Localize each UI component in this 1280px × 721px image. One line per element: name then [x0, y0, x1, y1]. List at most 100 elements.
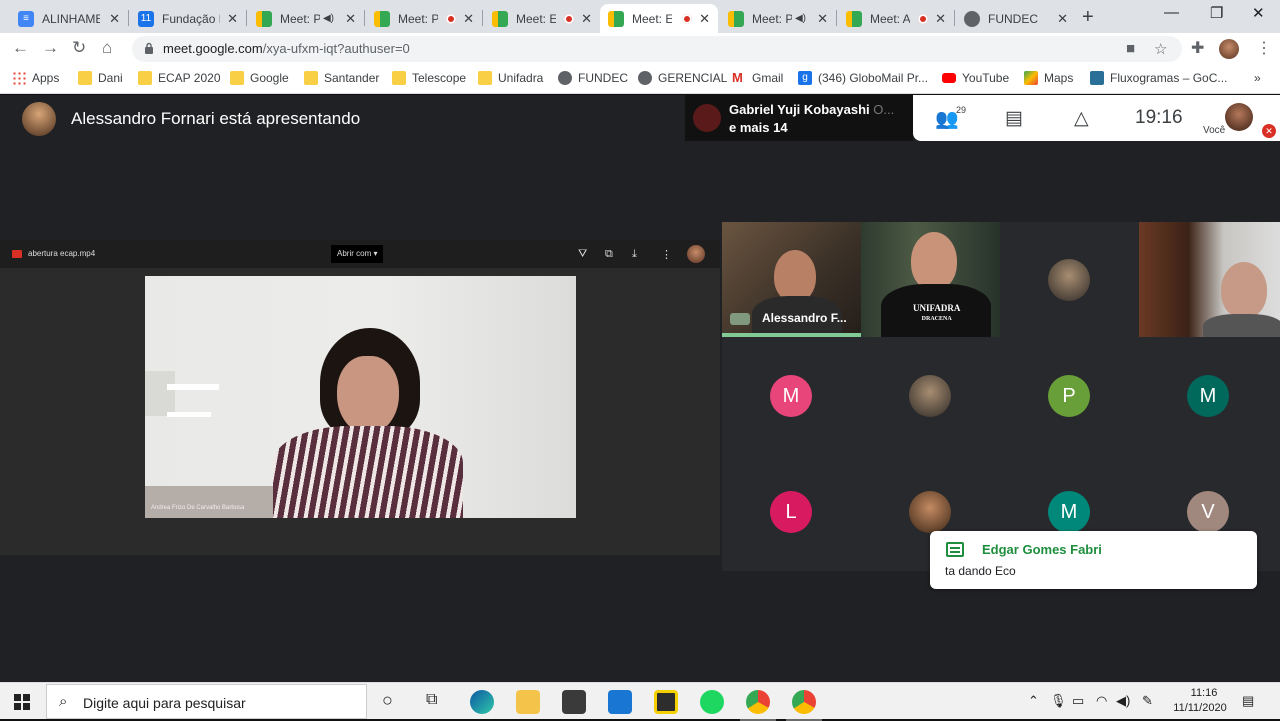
windows-taskbar: ⌕ Digite aqui para pesquisar ○ ⧉ ⌃ 🎙 ▭ ◠…	[0, 682, 1280, 721]
self-avatar[interactable]	[1225, 103, 1253, 131]
browser-tab[interactable]: Meet: P ◀) ✕	[248, 4, 364, 33]
bookmark-gmail[interactable]: M Gmail	[732, 71, 783, 86]
close-icon[interactable]: ✕	[581, 11, 592, 27]
participant-name: Alessandro F...	[762, 311, 847, 325]
back-icon[interactable]: ←	[12, 38, 29, 58]
activities-icon[interactable]: △	[1074, 107, 1089, 130]
restore-button[interactable]: ❐	[1210, 4, 1223, 22]
close-icon[interactable]: ✕	[1057, 11, 1068, 27]
open-in-new-icon[interactable]: ⧉	[605, 248, 613, 261]
pen-icon[interactable]: ✎	[1142, 693, 1153, 709]
participant-initial: L	[770, 491, 812, 533]
close-icon[interactable]: ✕	[463, 11, 474, 27]
bookmark-fundec[interactable]: FUNDEC	[558, 71, 628, 85]
chrome-icon[interactable]	[740, 690, 776, 721]
taskbar-search[interactable]: ⌕ Digite aqui para pesquisar	[46, 684, 367, 719]
download-icon[interactable]: ⤓	[632, 248, 637, 261]
star-icon[interactable]: ☆	[1154, 40, 1167, 58]
volume-icon[interactable]: ◀)	[1116, 693, 1130, 709]
system-time[interactable]: 11:16	[1174, 687, 1234, 699]
active-speakers-card[interactable]: Gabriel Yuji Kobayashi O... e mais 14	[685, 95, 913, 141]
participant-tile[interactable]: L	[722, 454, 861, 569]
participant-tile[interactable]: P	[1000, 338, 1139, 453]
participant-tile[interactable]: M	[722, 338, 861, 453]
microphone-icon[interactable]: 🎙	[1050, 693, 1067, 709]
close-icon[interactable]: ✕	[935, 11, 946, 27]
bookmark-folder[interactable]: Unifadra	[478, 71, 543, 85]
add-to-drive-icon[interactable]: ⛛	[578, 248, 587, 261]
video-wall-frame	[145, 371, 175, 416]
close-window-button[interactable]: ✕	[1252, 4, 1265, 22]
extensions-icon[interactable]: ✚	[1191, 38, 1204, 58]
wifi-icon[interactable]: ◠	[1096, 693, 1107, 709]
minimize-button[interactable]: —	[1164, 4, 1179, 21]
browser-tab[interactable]: Meet: A ✕	[838, 4, 954, 33]
browser-tab[interactable]: FUNDEC ✕	[956, 4, 1076, 33]
browser-tab-active[interactable]: Meet: E ✕	[600, 4, 718, 33]
mail-icon[interactable]	[608, 690, 632, 714]
bookmark-folder[interactable]: Telescope	[392, 71, 466, 85]
bookmark-globomail[interactable]: g (346) GloboMail Pr...	[798, 71, 928, 85]
camera-icon[interactable]: ■	[1126, 40, 1135, 57]
chat-icon[interactable]: ▤	[1005, 107, 1023, 130]
home-icon[interactable]: ⌂	[102, 38, 112, 58]
browser-tab[interactable]: Meet: P ◀) ✕	[720, 4, 836, 33]
address-bar[interactable]: meet.google.com/xya-ufxm-iqt?authuser=0 …	[132, 36, 1182, 62]
notifications-icon[interactable]: ▤	[1242, 693, 1254, 709]
participant-tile[interactable]: Alessandro F...	[722, 222, 861, 337]
chat-notification[interactable]: Edgar Gomes Fabri ta dando Eco	[930, 531, 1257, 589]
file-explorer-icon[interactable]	[516, 690, 540, 714]
meet-icon	[608, 10, 624, 27]
browser-tab[interactable]: ≡ ALINHAMEN ✕	[10, 4, 128, 33]
meet-icon	[492, 10, 508, 27]
reload-icon[interactable]: ↻	[72, 38, 86, 58]
open-with-button[interactable]: Abrir com ▾	[331, 245, 384, 263]
spotify-icon[interactable]	[700, 690, 724, 714]
close-icon[interactable]: ✕	[345, 11, 356, 27]
browser-tab[interactable]: Meet: P ✕	[366, 4, 482, 33]
folder-icon	[304, 71, 318, 85]
participant-tile[interactable]: M	[1139, 338, 1278, 453]
participant-tile[interactable]	[1139, 222, 1280, 337]
chrome-profile-icon[interactable]	[786, 690, 822, 721]
sticky-notes-icon[interactable]	[654, 690, 678, 714]
chevron-up-icon[interactable]: ⌃	[1028, 693, 1039, 709]
participant-tile[interactable]: UNIFADRA DRACENA	[861, 222, 1000, 337]
bookmark-fluxogramas[interactable]: Fluxogramas – GoC...	[1090, 71, 1227, 85]
presentation-view[interactable]: abertura ecap.mp4 Abrir com ▾ ⛛ ⧉ ⤓ ⋮ An…	[0, 240, 720, 555]
edge-icon[interactable]	[470, 690, 494, 714]
bookmark-youtube[interactable]: YouTube	[942, 71, 1009, 85]
participant-tile[interactable]	[861, 338, 1000, 453]
close-icon[interactable]: ✕	[227, 11, 238, 27]
more-bookmarks-chevron-icon[interactable]: »	[1254, 71, 1261, 85]
shared-video-frame[interactable]: Andrea Frizo De Carvalho Barbosa	[145, 276, 576, 518]
close-icon[interactable]: ✕	[817, 11, 828, 27]
speaker-icon[interactable]: ◀)	[323, 13, 334, 24]
profile-avatar[interactable]	[1219, 39, 1239, 59]
bookmark-apps[interactable]: Apps	[12, 71, 59, 85]
store-icon[interactable]	[562, 690, 586, 714]
more-options-icon[interactable]: ⋮	[661, 248, 672, 261]
system-date[interactable]: 11/11/2020	[1170, 702, 1230, 714]
close-icon[interactable]: ✕	[699, 11, 710, 27]
close-icon[interactable]: ✕	[109, 11, 120, 27]
battery-icon[interactable]: ▭	[1072, 693, 1084, 709]
bookmark-folder[interactable]: ECAP 2020	[138, 71, 221, 85]
participant-initial: V	[1187, 491, 1229, 533]
tab-strip: ≡ ALINHAMEN ✕ 11 Fundação D ✕ Meet: P ◀)…	[0, 0, 1280, 33]
bookmark-folder[interactable]: Google	[230, 71, 289, 85]
bookmark-folder[interactable]: Dani	[78, 71, 123, 85]
cortana-icon[interactable]: ○	[382, 690, 393, 711]
task-view-icon[interactable]: ⧉	[426, 691, 437, 709]
forward-icon[interactable]: →	[42, 38, 59, 58]
menu-icon[interactable]: ⋮	[1256, 38, 1272, 58]
bookmark-maps[interactable]: Maps	[1024, 71, 1073, 85]
bookmark-folder[interactable]: Santander	[304, 71, 379, 85]
new-tab-button[interactable]: +	[1082, 6, 1094, 29]
bookmark-gerencial[interactable]: GERENCIAL	[638, 71, 727, 85]
browser-tab[interactable]: Meet: E ✕	[484, 4, 600, 33]
participant-tile[interactable]	[1000, 222, 1139, 337]
speaker-icon[interactable]: ◀)	[795, 13, 806, 24]
browser-tab[interactable]: 11 Fundação D ✕	[130, 4, 246, 33]
windows-start-icon[interactable]	[14, 694, 30, 710]
